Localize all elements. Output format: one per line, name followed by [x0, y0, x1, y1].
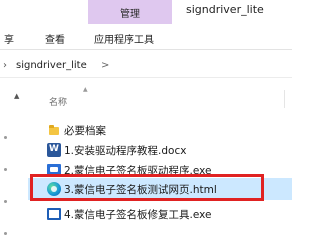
address-bar[interactable]: › signdriver_lite > — [0, 56, 292, 78]
nav-bullet-icon — [4, 232, 7, 235]
list-item[interactable]: 必要档案 — [28, 120, 292, 140]
column-divider[interactable] — [284, 90, 285, 108]
nav-bullet-icon — [4, 168, 7, 171]
list-item[interactable]: 1.安装驱动程序教程.docx — [28, 140, 292, 160]
nav-bullet-icon — [4, 136, 7, 139]
folder-icon — [47, 123, 61, 137]
nav-bullet-icon — [4, 200, 7, 203]
word-doc-icon — [47, 143, 61, 157]
file-list: ▲ 名称 必要档案 1.安装驱动程序教程.docx 2.蒙信电子签名板驱动程序.… — [28, 80, 292, 248]
tab-application-tools[interactable]: 应用程序工具 — [94, 31, 154, 46]
highlight-box — [30, 174, 264, 201]
column-header-name[interactable]: 名称 — [49, 95, 67, 108]
file-name: 必要档案 — [64, 125, 106, 137]
ribbon-title-bar: 管理 signdriver_lite — [0, 0, 292, 26]
repair-tool-icon — [47, 207, 61, 221]
list-item[interactable]: 4.蒙信电子签名板修复工具.exe — [28, 204, 292, 224]
breadcrumb-folder[interactable]: signdriver_lite — [16, 60, 87, 71]
context-tab-label: 管理 — [120, 9, 140, 20]
list-item-partial[interactable] — [28, 224, 292, 244]
chevron-right-icon[interactable]: › — [3, 60, 7, 71]
file-name: 1.安装驱动程序教程.docx — [64, 145, 187, 157]
window-title: signdriver_lite — [186, 3, 264, 16]
file-name: 4.蒙信电子签名板修复工具.exe — [64, 209, 212, 221]
sort-ascending-icon: ▲ — [83, 86, 88, 93]
context-tab-manage[interactable]: 管理 — [88, 0, 172, 24]
scroll-up-icon[interactable]: ▲ — [14, 92, 19, 100]
tab-view[interactable]: 查看 — [45, 31, 65, 46]
breadcrumb-separator-icon[interactable]: > — [101, 60, 109, 71]
tab-share[interactable]: 享 — [4, 31, 14, 46]
ribbon-tab-bar: 享 查看 应用程序工具 — [0, 26, 292, 50]
file-icon — [47, 227, 61, 241]
column-header: ▲ 名称 — [28, 80, 292, 110]
navigation-pane: ▲ — [0, 80, 28, 248]
